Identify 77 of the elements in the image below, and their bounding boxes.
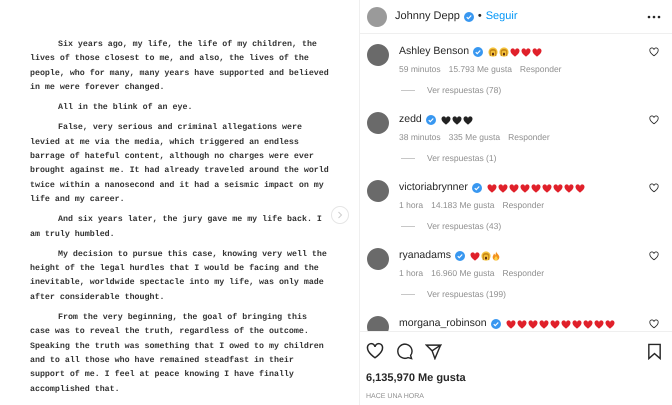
comment-time: 1 hora — [399, 268, 424, 279]
comment-time: 38 minutos — [399, 132, 441, 143]
heart-icon — [564, 184, 574, 192]
document-paragraph: From the very beginning, the goal of bringing this case was to reveal the truth, regardless of the outcome. Speaking the truth was something that I owed to my children and to all those who have remained steadfast in their support of me. I feel at peace knowing I have finally accomplished that. — [30, 312, 325, 396]
like-comment-icon[interactable] — [649, 115, 659, 125]
bookmark-icon[interactable] — [647, 342, 662, 360]
reply-button[interactable]: Responder — [520, 64, 562, 75]
face-icon — [488, 47, 498, 57]
reply-button[interactable]: Responder — [502, 200, 544, 211]
document-paragraph: All in the blink of an eye. — [57, 102, 194, 114]
heart-icon — [520, 184, 530, 192]
heart-icon — [506, 320, 516, 328]
like-comment-icon[interactable] — [649, 251, 659, 261]
like-comment-icon[interactable] — [649, 183, 659, 193]
view-replies-button[interactable]: Ver respuestas (43) — [427, 221, 502, 232]
heart-icon — [604, 320, 615, 328]
heart-icon — [486, 184, 497, 192]
reply-button[interactable]: Responder — [508, 132, 550, 143]
more-options-icon[interactable] — [647, 14, 661, 18]
chevron-right-icon — [337, 211, 343, 219]
heart-icon — [542, 184, 552, 192]
heart-icon — [498, 184, 508, 192]
send-icon[interactable] — [425, 342, 442, 360]
view-replies-button[interactable]: Ver respuestas (1) — [427, 153, 496, 164]
avatar[interactable] — [367, 248, 389, 270]
comment-time: 59 minutos — [399, 64, 441, 75]
comment-username[interactable]: zedd — [399, 112, 422, 128]
like-comment-icon[interactable] — [649, 47, 659, 57]
heart-icon — [462, 116, 473, 124]
heart-icon — [538, 320, 549, 328]
comment-likes[interactable]: 16.960 Me gusta — [431, 268, 494, 279]
face-icon — [480, 251, 491, 261]
heart-icon — [508, 184, 519, 192]
like-comment-icon[interactable] — [649, 319, 659, 329]
view-replies-button[interactable]: Ver respuestas (78) — [427, 85, 502, 96]
heart-icon — [550, 320, 560, 328]
heart-icon — [521, 48, 532, 56]
heart-icon — [528, 320, 538, 328]
heart-icon — [470, 252, 480, 260]
comment-likes[interactable]: 335 Me gusta — [448, 132, 500, 143]
avatar[interactable] — [367, 44, 389, 66]
document-paragraph: And six years later, the jury gave me my life back. I am truly humbled. — [30, 214, 323, 241]
face-icon — [499, 47, 510, 57]
comment-likes[interactable]: 14.183 Me gusta — [431, 200, 494, 211]
document-paragraph: My decision to pursue this case, knowing very well the height of the legal hurdles that I would be facing and the inevitable, worldwide spectacle into my life, was only made after considerable thought. — [30, 248, 328, 304]
heart-icon — [516, 320, 527, 328]
like-icon[interactable] — [366, 342, 384, 360]
heart-icon — [530, 184, 541, 192]
follow-link[interactable]: Seguir — [486, 8, 518, 25]
heart-icon — [582, 320, 593, 328]
comment-username[interactable]: victoriabrynner — [399, 180, 468, 196]
heart-icon — [574, 184, 585, 192]
comment-username[interactable]: ryanadams — [399, 248, 451, 264]
view-replies-button[interactable]: Ver respuestas (199) — [427, 289, 506, 300]
heart-icon — [594, 320, 604, 328]
flame-icon — [492, 251, 500, 261]
separator: • — [478, 9, 482, 24]
comment-icon[interactable] — [396, 342, 413, 360]
likes-count[interactable]: 6,135,970 Me gusta — [360, 370, 672, 386]
heart-icon — [572, 320, 582, 328]
avatar[interactable] — [367, 112, 389, 134]
heart-icon — [552, 184, 563, 192]
heart-icon — [510, 48, 520, 56]
heart-icon — [560, 320, 571, 328]
username[interactable]: Johnny Depp — [395, 8, 460, 25]
comment-username[interactable]: Ashley Benson — [399, 44, 470, 60]
avatar[interactable] — [367, 6, 387, 26]
avatar[interactable] — [367, 180, 389, 202]
heart-icon — [440, 116, 451, 124]
heart-icon — [452, 116, 462, 124]
reply-button[interactable]: Responder — [502, 268, 544, 279]
heart-icon — [532, 48, 542, 56]
comment-time: 1 hora — [399, 200, 424, 211]
document-paragraph: False, very serious and criminal allegations were levied at me via the media, which triggered an endless barrage of hateful content, although no charges were ever brought against me. It had already traveled around the world twice within a nanosecond and it had a seismic impact on my life and my career. — [30, 122, 329, 206]
comment-username[interactable]: morgana_robinson — [399, 316, 487, 331]
document-paragraph: Six years ago, my life, the life of my children, the lives of those closest to me, and also, the lives of the people, who for many, many years have supported and believed in me were forever changed. — [30, 38, 329, 94]
comment-likes[interactable]: 15.793 Me gusta — [448, 64, 512, 75]
